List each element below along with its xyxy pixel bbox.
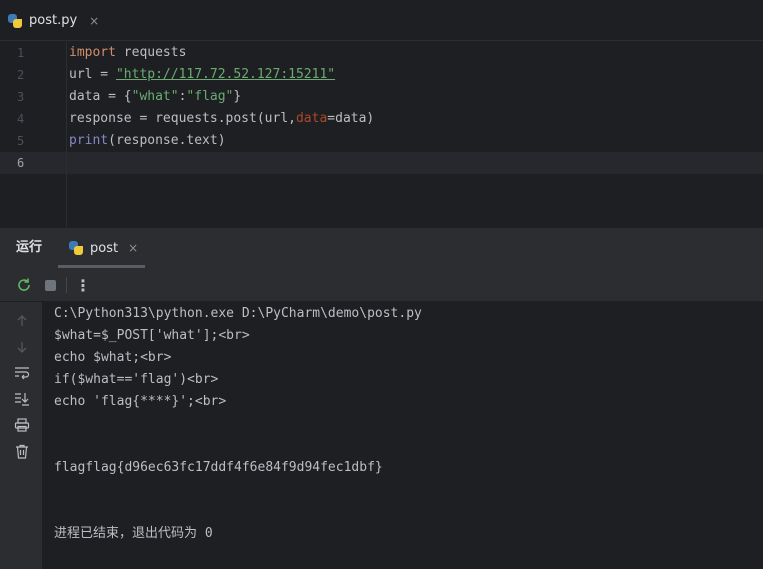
arrow-up-icon[interactable] (13, 312, 31, 330)
editor-tab-post-py[interactable]: post.py × (7, 0, 107, 41)
code-text: data = { (69, 89, 132, 104)
console-line: C:\Python313\python.exe D:\PyCharm\demo\… (54, 306, 422, 321)
code-line-5: print(response.text) (69, 130, 226, 152)
console-line: $what=$_POST['what'];<br> (54, 328, 250, 343)
run-tab-post[interactable]: post × (58, 228, 145, 268)
scroll-to-end-icon[interactable] (13, 390, 31, 408)
more-options-icon[interactable]: ⋮ (74, 276, 92, 295)
keyword-argument: data (295, 111, 328, 126)
python-file-icon (7, 13, 23, 29)
code-editor[interactable]: 1 2 3 4 5 6 import requests url = "http:… (0, 42, 763, 227)
code-text: response = requests.post(url, (69, 111, 296, 126)
editor-tab-bar: post.py × (0, 0, 763, 41)
rerun-icon[interactable] (15, 276, 33, 294)
code-text: =data) (327, 111, 375, 126)
line-number: 1 (17, 46, 25, 60)
line-number: 5 (17, 134, 25, 148)
code-text: } (233, 89, 242, 104)
stop-icon[interactable] (41, 276, 59, 294)
print-icon[interactable] (13, 416, 31, 434)
console-line: echo $what;<br> (54, 350, 172, 365)
keyword-import: import (69, 45, 116, 60)
code-line-1: import requests (69, 42, 186, 64)
toolbar-separator (66, 277, 67, 293)
line-number: 4 (17, 112, 25, 126)
builtin-print: print (69, 133, 109, 148)
code-text: (response.text) (108, 133, 226, 148)
console-side-toolbar (0, 302, 42, 569)
run-console-output[interactable]: C:\Python313\python.exe D:\PyCharm\demo\… (42, 302, 763, 569)
line-number: 2 (17, 68, 25, 82)
code-text: url = (69, 67, 116, 82)
soft-wrap-icon[interactable] (13, 364, 31, 382)
line-number: 3 (17, 90, 25, 104)
code-text: requests (115, 45, 187, 60)
gutter-separator (66, 42, 67, 227)
close-run-tab-icon[interactable]: × (128, 241, 138, 255)
url-string-link[interactable]: "http://117.72.52.127:15211" (116, 67, 335, 82)
code-line-3: data = {"what":"flag"} (69, 86, 241, 108)
run-panel-title: 运行 (16, 240, 43, 255)
run-toolbar: ⋮ (0, 268, 763, 302)
string-literal: "flag" (186, 89, 234, 104)
line-number-current: 6 (17, 156, 25, 170)
trash-icon[interactable] (13, 442, 31, 460)
run-tab-label: post (90, 240, 119, 256)
current-line-highlight (0, 152, 763, 174)
code-line-2: url = "http://117.72.52.127:15211" (69, 64, 335, 86)
code-line-4: response = requests.post(url,data=data) (69, 108, 374, 130)
run-tool-window-header: 运行 post × (0, 227, 763, 268)
console-line-flag: flagflag{d96ec63fc17ddf4f6e84f9d94fec1db… (54, 460, 383, 475)
editor-tab-label: post.py (29, 13, 78, 28)
console-line: echo 'flag{****}';<br> (54, 394, 227, 409)
string-literal: "what" (131, 89, 179, 104)
process-exit-message: 进程已结束，退出代码为 0 (54, 526, 213, 541)
line-number-gutter: 1 2 3 4 5 6 (0, 42, 66, 227)
arrow-down-icon[interactable] (13, 338, 31, 356)
console-line: if($what=='flag')<br> (54, 372, 219, 387)
python-run-config-icon (68, 240, 84, 256)
close-tab-icon[interactable]: × (89, 14, 99, 28)
